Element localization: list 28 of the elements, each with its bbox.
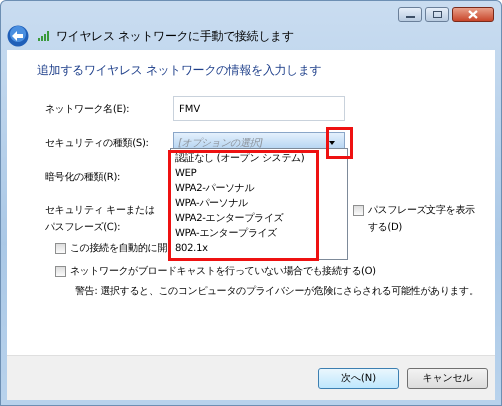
close-icon (467, 10, 479, 19)
dropdown-option[interactable]: WPA-パーソナル (175, 196, 248, 211)
minimize-button[interactable] (398, 7, 422, 22)
dropdown-option[interactable]: WEP (175, 166, 196, 181)
dialog-button[interactable]: 次へ(N) (318, 368, 399, 388)
checkbox[interactable] (55, 242, 66, 254)
checkbox-label: ネットワークがブロードキャストを行っていない場合でも接続する(O) (70, 264, 376, 278)
dropdown-option[interactable]: WPA2-エンタープライズ (175, 211, 284, 226)
field-label: 暗号化の種類(R): (45, 170, 122, 184)
field-label: セキュリティの種類(S): (45, 136, 150, 150)
checkbox[interactable] (55, 266, 66, 276)
dropdown-option[interactable]: 認証なし (オープン システム) (175, 151, 304, 166)
field-label: セキュリティ キーまたは パスフレーズ(C): (45, 204, 156, 235)
dropdown-option[interactable]: 802.1x (175, 241, 208, 256)
dropdown-option[interactable]: WPA-エンタープライズ (175, 226, 277, 241)
dropdown-option[interactable]: WPA2-パーソナル (175, 181, 254, 196)
warning-text: 警告: 選択すると、このコンピュータのプライバシーが危険にさらされる可能性があります。 (75, 284, 479, 299)
dialog-heading: 追加するワイヤレス ネットワークの情報を入力します (37, 62, 322, 78)
dialog-button[interactable]: キャンセル (407, 368, 488, 388)
checkbox-label: パスフレーズ文字を表示する(D) (368, 204, 476, 235)
maximize-button[interactable] (425, 7, 449, 22)
window-title: ワイヤレス ネットワークに手動で接続します (56, 28, 294, 44)
checkbox[interactable] (353, 205, 364, 216)
signal-icon (38, 31, 50, 41)
network-name-field[interactable]: FMV (173, 96, 345, 121)
checkbox-label: この接続を自動的に開 (70, 242, 168, 255)
close-button[interactable] (452, 7, 494, 22)
field-label: ネットワーク名(E): (45, 102, 130, 116)
